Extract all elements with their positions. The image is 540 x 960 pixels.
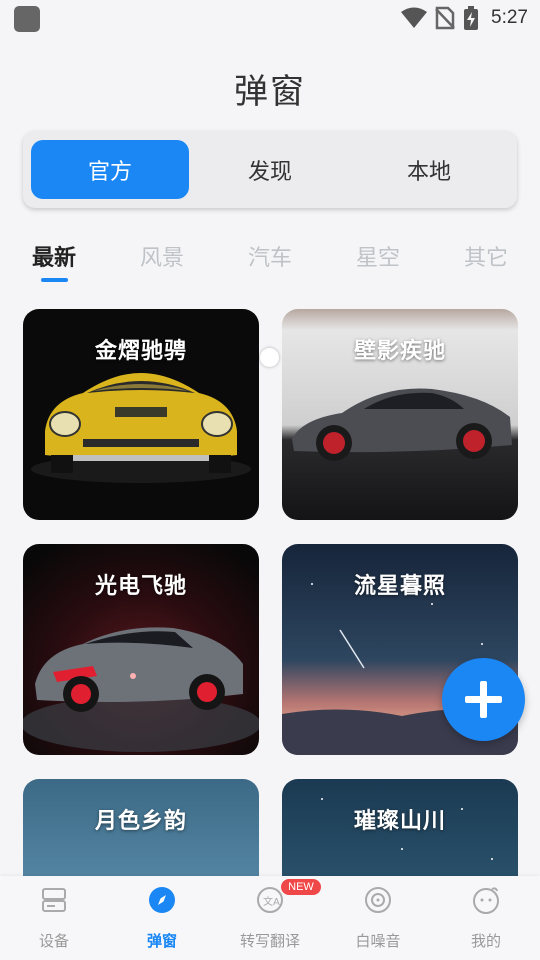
no-sim-icon [435, 6, 455, 30]
disc-icon [365, 887, 391, 913]
app-notification-icon [14, 6, 40, 32]
card-title: 金熠驰骋 [94, 339, 187, 364]
nav-label: 弹窗 [146, 932, 177, 950]
status-bar: 5:27 [0, 0, 540, 36]
add-button[interactable] [442, 658, 525, 741]
tab-discover[interactable]: 发现 [191, 140, 349, 199]
nav-item-white-noise[interactable]: 白噪音 [324, 876, 432, 960]
wallpaper-card[interactable]: 金熠驰骋 [23, 309, 259, 520]
tab-local[interactable]: 本地 [350, 140, 508, 199]
clock: 5:27 [491, 7, 528, 28]
nav-item-popup[interactable]: 弹窗 [108, 876, 216, 960]
wallpaper-card[interactable]: 光电飞驰 [23, 544, 259, 755]
wifi-icon [401, 7, 428, 28]
status-icons: 5:27 [401, 4, 528, 32]
nav-label: 设备 [38, 932, 69, 950]
category-tab-latest[interactable]: 最新 [32, 240, 76, 272]
bottom-navigation: 设备 弹窗 文A 转写翻译 白噪音 我的 [0, 876, 540, 960]
category-tab-cars[interactable]: 汽车 [248, 240, 292, 272]
svg-text:文A: 文A [263, 895, 280, 908]
nav-item-device[interactable]: 设备 [0, 876, 108, 960]
card-title: 月色乡韵 [94, 809, 187, 834]
nav-label: 我的 [470, 932, 501, 950]
plus-icon [465, 681, 502, 718]
tab-official[interactable]: 官方 [31, 140, 189, 199]
page-title: 弹窗 [234, 72, 306, 112]
nav-label: 白噪音 [355, 932, 401, 950]
new-badge: NEW [281, 879, 321, 895]
nav-label: 转写翻译 [239, 932, 300, 950]
card-title: 璀璨山川 [353, 809, 446, 834]
battery-charging-icon [464, 6, 479, 30]
compass-icon [149, 887, 175, 913]
wallpaper-card[interactable]: 壁影疾驰 [282, 309, 518, 520]
category-tab-starry-sky[interactable]: 星空 [356, 240, 400, 272]
card-title: 流星暮照 [353, 574, 446, 599]
category-tab-other[interactable]: 其它 [464, 240, 508, 272]
device-icon [42, 888, 66, 912]
source-segmented-control: 官方 发现 本地 [23, 131, 517, 208]
category-tab-indicator [41, 278, 68, 282]
drag-handle[interactable] [260, 348, 279, 367]
profile-icon [473, 887, 499, 914]
card-title: 壁影疾驰 [353, 339, 446, 364]
translate-icon: 文A [257, 887, 283, 913]
card-title: 光电飞驰 [94, 574, 187, 599]
nav-item-mine[interactable]: 我的 [432, 876, 540, 960]
category-tab-scenery[interactable]: 风景 [140, 240, 184, 272]
